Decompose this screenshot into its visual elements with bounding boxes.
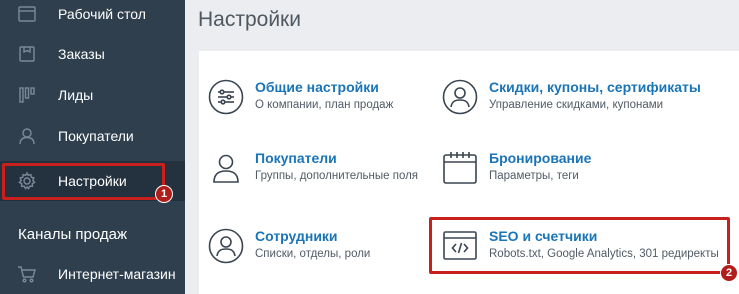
person-icon <box>15 124 39 148</box>
tile-description: Управление скидками, купонами <box>489 99 664 111</box>
highlight-seo <box>429 217 730 274</box>
tile-title[interactable]: Покупатели <box>255 150 337 166</box>
tile-description: О компании, план продаж <box>255 99 394 111</box>
tile-title[interactable]: Общие настройки <box>255 79 379 95</box>
sidebar-item-desktop[interactable]: Рабочий стол <box>0 0 185 34</box>
tile-title[interactable]: Бронирование <box>489 150 591 166</box>
tile-title[interactable]: Сотрудники <box>255 228 338 244</box>
box-icon <box>15 42 39 66</box>
sidebar-item-label: Лиды <box>58 87 94 103</box>
sales-channels-heading: Каналы продаж <box>18 226 128 243</box>
sidebar-item-online-store[interactable]: Интернет-магазин <box>0 254 185 294</box>
tile-title[interactable]: Скидки, купоны, сертификаты <box>489 79 701 95</box>
sidebar-item-orders[interactable]: Заказы <box>0 34 185 74</box>
sidebar-item-label: Покупатели <box>58 128 134 144</box>
sidebar: Рабочий стол Заказы Лиды Покупатели Наст… <box>0 0 185 294</box>
sliders-icon <box>208 79 244 115</box>
cart-icon <box>15 262 39 286</box>
annotation-badge-1: 1 <box>155 185 173 203</box>
sidebar-item-label: Рабочий стол <box>58 6 146 22</box>
tile-description: Параметры, теги <box>489 170 579 182</box>
sidebar-item-customers[interactable]: Покупатели <box>0 116 185 156</box>
tile-discounts[interactable]: Скидки, купоны, сертификаты Управление с… <box>442 79 732 119</box>
sidebar-item-leads[interactable]: Лиды <box>0 75 185 115</box>
tile-booking[interactable]: Бронирование Параметры, теги <box>442 150 732 190</box>
sidebar-item-label: Заказы <box>58 46 105 62</box>
annotation-badge-2: 2 <box>720 264 738 282</box>
tile-general-settings[interactable]: Общие настройки О компании, план продаж <box>208 79 428 119</box>
funnel-icon <box>15 83 39 107</box>
tile-customers[interactable]: Покупатели Группы, дополнительные поля <box>208 150 428 190</box>
user-circle-icon <box>208 228 244 264</box>
calendar-icon <box>442 150 478 186</box>
tile-description: Группы, дополнительные поля <box>255 170 419 182</box>
tile-description: Списки, отделы, роли <box>255 248 371 260</box>
highlight-settings <box>2 163 165 200</box>
desktop-icon <box>15 2 39 26</box>
user-circle-icon <box>442 79 478 115</box>
page-title: Настройки <box>198 8 301 31</box>
sidebar-item-label: Интернет-магазин <box>58 266 176 282</box>
person-icon <box>208 150 244 186</box>
tile-employees[interactable]: Сотрудники Списки, отделы, роли <box>208 228 428 268</box>
